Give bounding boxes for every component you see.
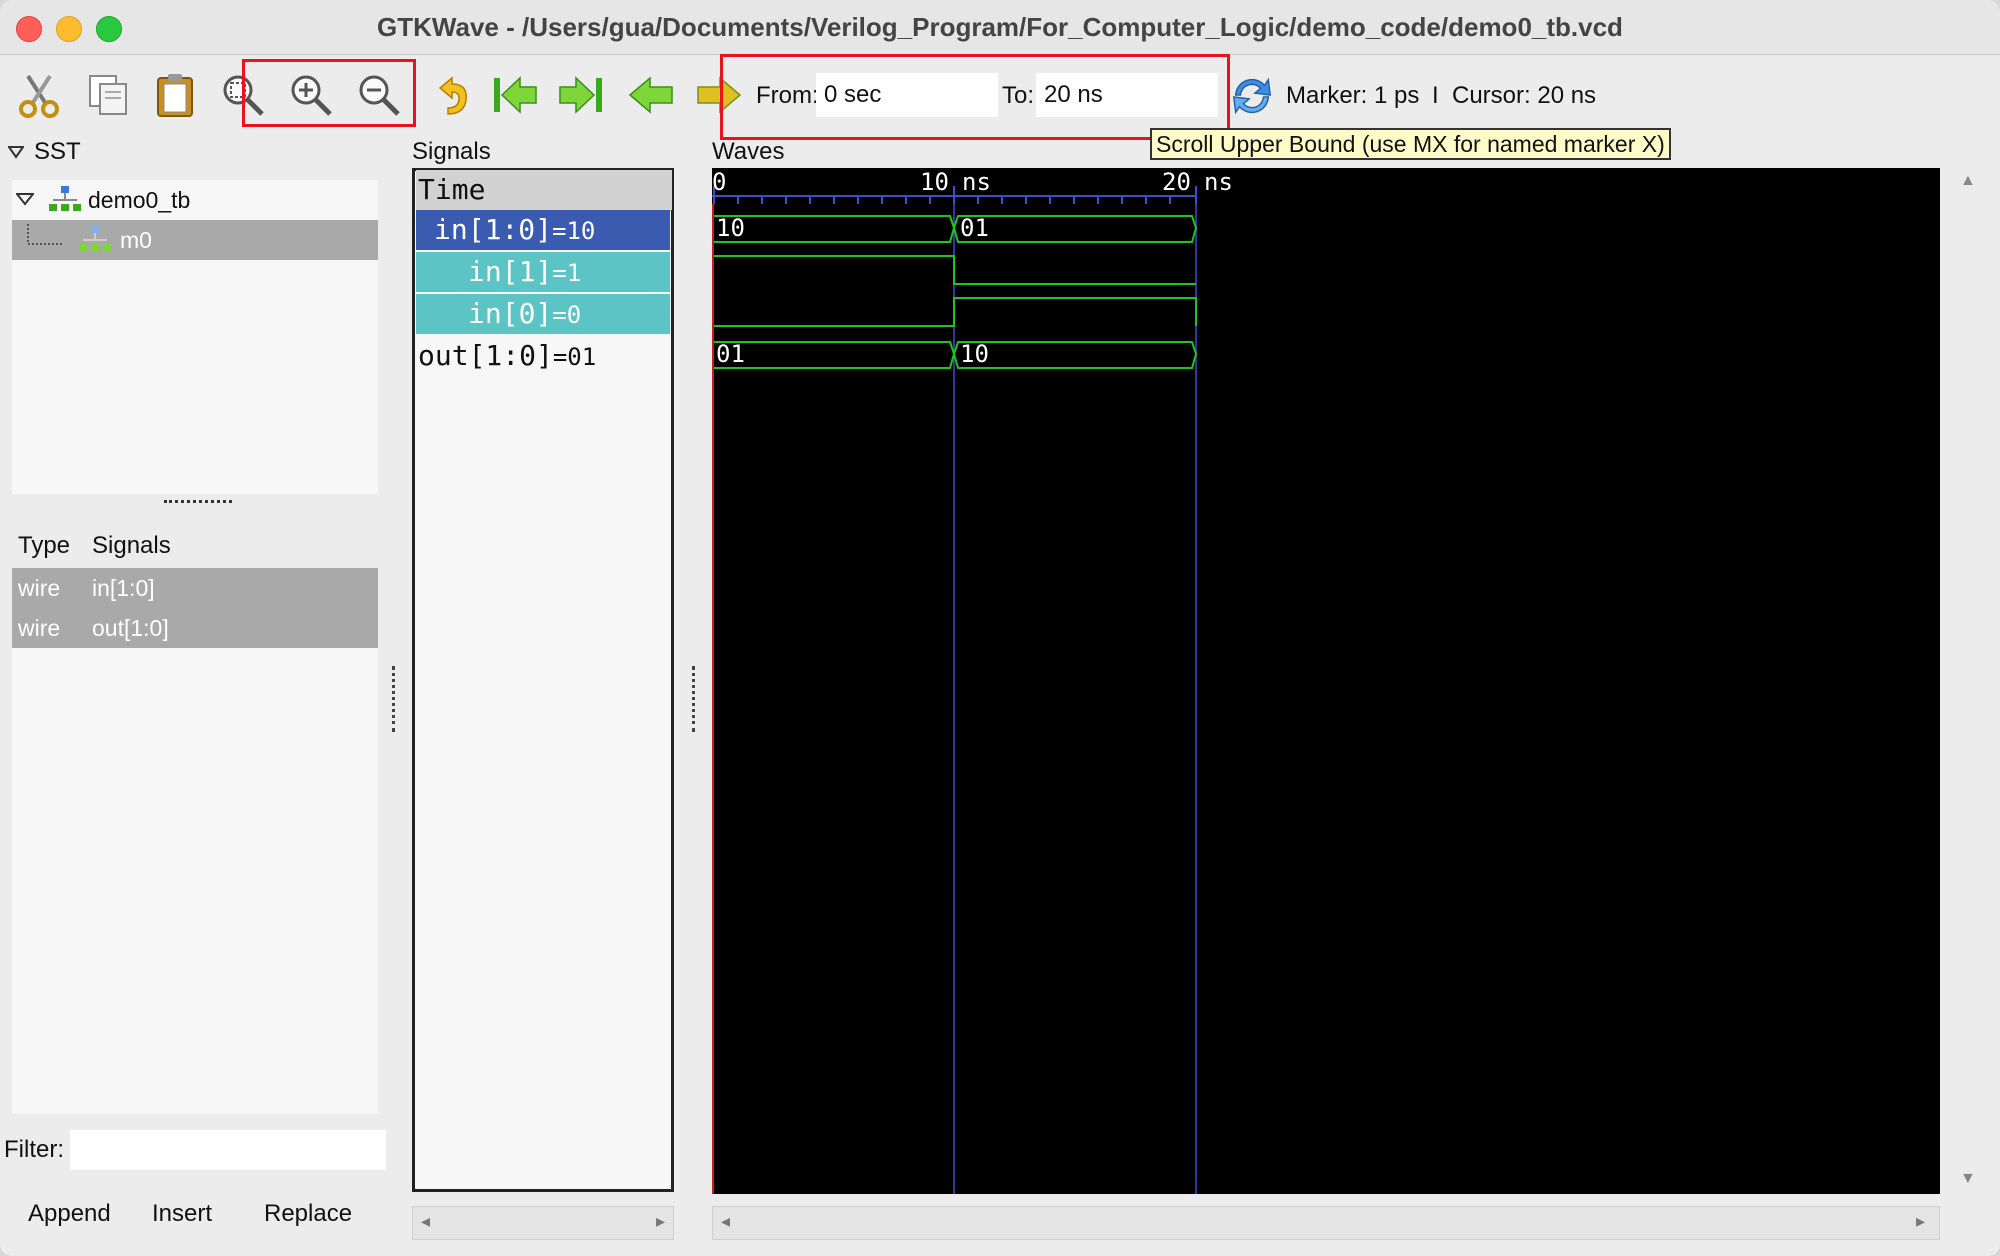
- tree-connector-icon: [27, 224, 64, 245]
- filter-input[interactable]: [70, 1130, 386, 1170]
- waves-hscrollbar[interactable]: ◂ ▸: [712, 1206, 1940, 1240]
- to-input[interactable]: [1036, 73, 1218, 117]
- insert-button[interactable]: Insert: [152, 1200, 212, 1228]
- module-hierarchy-icon: [49, 186, 81, 211]
- title-bar: GTKWave - /Users/gua/Documents/Verilog_P…: [0, 0, 2000, 55]
- signal-label: in[1]: [468, 255, 553, 288]
- replace-button[interactable]: Replace: [264, 1200, 352, 1228]
- sst-signal-list: wire in[1:0] wire out[1:0]: [12, 568, 378, 1114]
- bus-value: 10: [716, 214, 745, 242]
- tick-unit: ns: [1204, 168, 1233, 196]
- signal-type: wire: [18, 615, 61, 641]
- waves-label: Waves: [712, 138, 785, 165]
- gtkwave-window: GTKWave - /Users/gua/Documents/Verilog_P…: [0, 0, 2000, 1256]
- right-splitter-handle[interactable]: [692, 666, 699, 732]
- prev-edge-icon[interactable]: [626, 70, 676, 120]
- marker-readout: Marker: 1 ps: [1286, 82, 1420, 109]
- from-input[interactable]: [816, 73, 998, 117]
- scroll-left-icon[interactable]: ◂: [721, 1211, 730, 1232]
- tick-unit: ns: [962, 168, 991, 196]
- tree-expand-icon[interactable]: [16, 192, 34, 206]
- cut-icon[interactable]: [14, 70, 64, 120]
- scroll-bound-tooltip: Scroll Upper Bound (use MX for named mar…: [1150, 128, 1671, 160]
- window-title: GTKWave - /Users/gua/Documents/Verilog_P…: [377, 12, 1623, 42]
- signal-name: in[1:0]: [92, 575, 155, 601]
- pane-resize-handle[interactable]: [164, 500, 232, 503]
- tree-item-demo0_tb[interactable]: demo0_tb: [88, 180, 190, 220]
- jump-end-icon[interactable]: [556, 70, 606, 120]
- tick-label: 20: [1162, 168, 1191, 196]
- signal-value: =10: [552, 217, 596, 245]
- signal-value: =0: [552, 301, 582, 329]
- scroll-right-icon[interactable]: ▸: [656, 1211, 665, 1232]
- tree-item-label: m0: [120, 227, 152, 253]
- wave-canvas[interactable]: 0 10 ns 20 ns 10 01 01 10: [712, 168, 1940, 1194]
- paste-icon[interactable]: [150, 70, 200, 120]
- signal-label: in[1:0]: [434, 213, 553, 246]
- jump-start-icon[interactable]: [490, 70, 540, 120]
- signal-row-out-bus[interactable]: out[1:0]=01: [416, 336, 670, 376]
- signals-hscrollbar[interactable]: ◂ ▸: [412, 1206, 674, 1240]
- signal-row-in0[interactable]: in[0]=0: [416, 294, 670, 334]
- signals-label: Signals: [412, 138, 491, 165]
- signal-row-in1[interactable]: in[1]=1: [416, 252, 670, 292]
- filter-label: Filter:: [4, 1136, 64, 1163]
- list-item[interactable]: wire out[1:0]: [12, 608, 378, 648]
- bus-value: 10: [960, 340, 989, 368]
- readout-separator: I: [1432, 82, 1439, 109]
- signal-label: out[1:0]: [418, 339, 553, 372]
- signals-column-header: Signals: [92, 532, 171, 559]
- signal-value: =1: [552, 259, 582, 287]
- time-header: Time: [416, 170, 672, 210]
- sst-collapse-icon[interactable]: [8, 145, 24, 159]
- sst-tree: demo0_tb m0: [12, 180, 378, 494]
- list-item[interactable]: wire in[1:0]: [12, 568, 378, 608]
- copy-icon[interactable]: [84, 70, 134, 120]
- append-button[interactable]: Append: [28, 1200, 111, 1228]
- from-label: From:: [756, 82, 819, 109]
- tick-label: 10: [920, 168, 949, 196]
- signal-name: out[1:0]: [92, 615, 169, 641]
- type-column-header: Type: [18, 532, 71, 559]
- scroll-right-icon[interactable]: ▸: [1916, 1211, 1925, 1232]
- submodule-icon: [79, 226, 111, 251]
- scroll-down-icon[interactable]: ▼: [1960, 1170, 1976, 1188]
- zoom-highlight-box: [242, 59, 416, 127]
- undo-icon[interactable]: [424, 70, 474, 120]
- scroll-up-icon[interactable]: ▲: [1960, 172, 1976, 190]
- bus-value: 01: [960, 214, 989, 242]
- sst-label: SST: [34, 138, 81, 165]
- tick-label: 0: [712, 168, 727, 196]
- waves-vscrollbar[interactable]: ▲ ▼: [1950, 168, 1986, 1194]
- left-splitter-handle[interactable]: [392, 666, 399, 732]
- tree-item-m0[interactable]: m0: [12, 220, 378, 260]
- to-label: To:: [1002, 82, 1035, 109]
- signal-value: =01: [552, 343, 597, 371]
- wave-graphics: [712, 186, 1198, 1194]
- cursor-readout: Cursor: 20 ns: [1452, 82, 1597, 109]
- signal-label: in[0]: [468, 297, 553, 330]
- bus-value: 01: [716, 340, 745, 368]
- signal-row-in-bus[interactable]: in[1:0]=10: [416, 210, 670, 250]
- signal-type: wire: [18, 575, 61, 601]
- reload-icon[interactable]: [1228, 72, 1276, 120]
- scroll-left-icon[interactable]: ◂: [421, 1211, 430, 1232]
